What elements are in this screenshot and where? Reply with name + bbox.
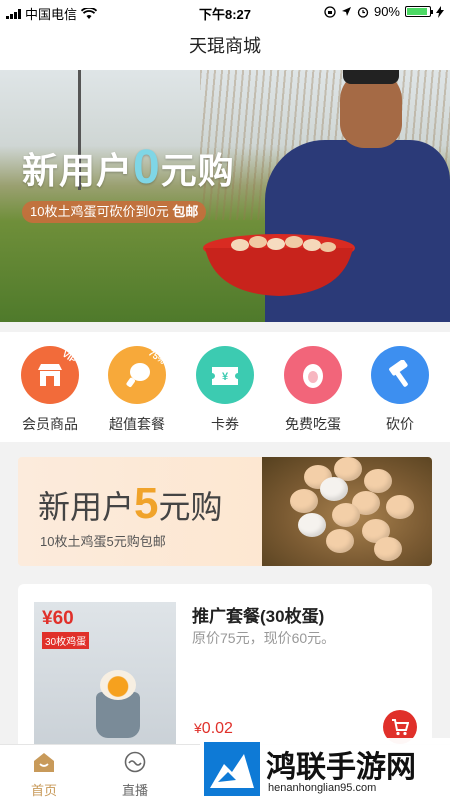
charging-icon bbox=[436, 5, 444, 18]
location-icon bbox=[341, 7, 351, 16]
alarm-icon bbox=[357, 6, 369, 18]
hero-banner[interactable]: 新用户0元购 10枚土鸡蛋可砍价到0元 包邮 bbox=[0, 70, 450, 322]
menu-item-vip[interactable]: VIP 会员商品 bbox=[15, 346, 85, 434]
thumb-tag: 30枚鸡蛋 bbox=[42, 632, 90, 649]
menu-item-bargain[interactable]: 砍价 bbox=[365, 346, 435, 434]
nav-bar: 天琨商城 bbox=[0, 22, 450, 70]
product-card[interactable]: ¥60 30枚鸡蛋 推广套餐(30枚蛋) 原价75元，现价60元。 ¥0.02 bbox=[18, 584, 432, 754]
category-menu: VIP 会员商品 75% 超值套餐 ¥ 卡券 免费吃蛋 砍价 bbox=[0, 322, 450, 442]
product-thumbnail[interactable]: ¥60 30枚鸡蛋 bbox=[34, 602, 176, 754]
promo-subtitle: 10枚土鸡蛋5元购包邮 bbox=[40, 534, 166, 549]
tab-home[interactable]: 首页 bbox=[14, 751, 74, 799]
cart-icon bbox=[392, 719, 409, 736]
promo-banner[interactable]: 新用户5元购 10枚土鸡蛋5元购包邮 bbox=[18, 457, 432, 566]
egg-yolk-illustration bbox=[100, 670, 136, 700]
vip-store-icon: VIP bbox=[21, 346, 79, 404]
menu-item-free-egg[interactable]: 免费吃蛋 bbox=[278, 346, 348, 434]
thumb-price: ¥60 bbox=[42, 608, 74, 629]
menu-item-label: 会员商品 bbox=[22, 416, 78, 432]
egg-nest-illustration bbox=[262, 457, 432, 566]
product-title: 推广套餐(30枚蛋) bbox=[192, 607, 325, 626]
chicken-leg-icon: 75% bbox=[108, 346, 167, 404]
svg-text:¥: ¥ bbox=[222, 371, 229, 383]
status-bar: 中国电信 下午8:27 90% bbox=[0, 0, 450, 22]
home-icon bbox=[34, 753, 54, 772]
tab-live-label: 直播 bbox=[121, 783, 148, 798]
tab-live[interactable]: 直播 bbox=[105, 751, 165, 799]
promo-title-number: 5 bbox=[134, 479, 159, 528]
battery-percent: 90% bbox=[373, 4, 400, 19]
watermark-url: henanhonglian95.com bbox=[268, 782, 377, 794]
live-icon bbox=[124, 751, 146, 773]
status-right: 90% bbox=[324, 4, 444, 19]
hammer-icon bbox=[371, 346, 429, 404]
hero-title-number: 0 bbox=[133, 141, 161, 194]
menu-item-label: 砍价 bbox=[386, 416, 414, 432]
menu-item-label: 卡券 bbox=[211, 416, 239, 432]
rotation-lock-icon bbox=[324, 5, 336, 18]
battery-icon bbox=[405, 6, 433, 17]
product-price: ¥0.02 bbox=[194, 720, 233, 737]
hero-subtitle: 10枚土鸡蛋可砍价到0元 包邮 bbox=[22, 201, 207, 223]
promo-title: 新用户5元购 bbox=[38, 479, 223, 528]
menu-item-coupon[interactable]: ¥ 卡券 bbox=[190, 346, 260, 434]
menu-item-combo[interactable]: 75% 超值套餐 bbox=[102, 346, 172, 434]
watermark: 鸿联手游网 henanhonglian95.com bbox=[200, 738, 450, 800]
watermark-text: 鸿联手游网 bbox=[266, 751, 416, 784]
tab-home-label: 首页 bbox=[30, 783, 57, 798]
egg-icon bbox=[284, 346, 342, 404]
hero-title: 新用户0元购 bbox=[22, 141, 235, 194]
menu-item-label: 超值套餐 bbox=[109, 416, 165, 432]
watermark-logo-icon bbox=[204, 742, 260, 796]
product-description: 原价75元，现价60元。 bbox=[192, 630, 336, 646]
coupon-icon: ¥ bbox=[196, 346, 254, 404]
page-title: 天琨商城 bbox=[189, 36, 261, 56]
egg-basin-illustration bbox=[203, 234, 355, 296]
menu-item-label: 免费吃蛋 bbox=[285, 416, 341, 432]
